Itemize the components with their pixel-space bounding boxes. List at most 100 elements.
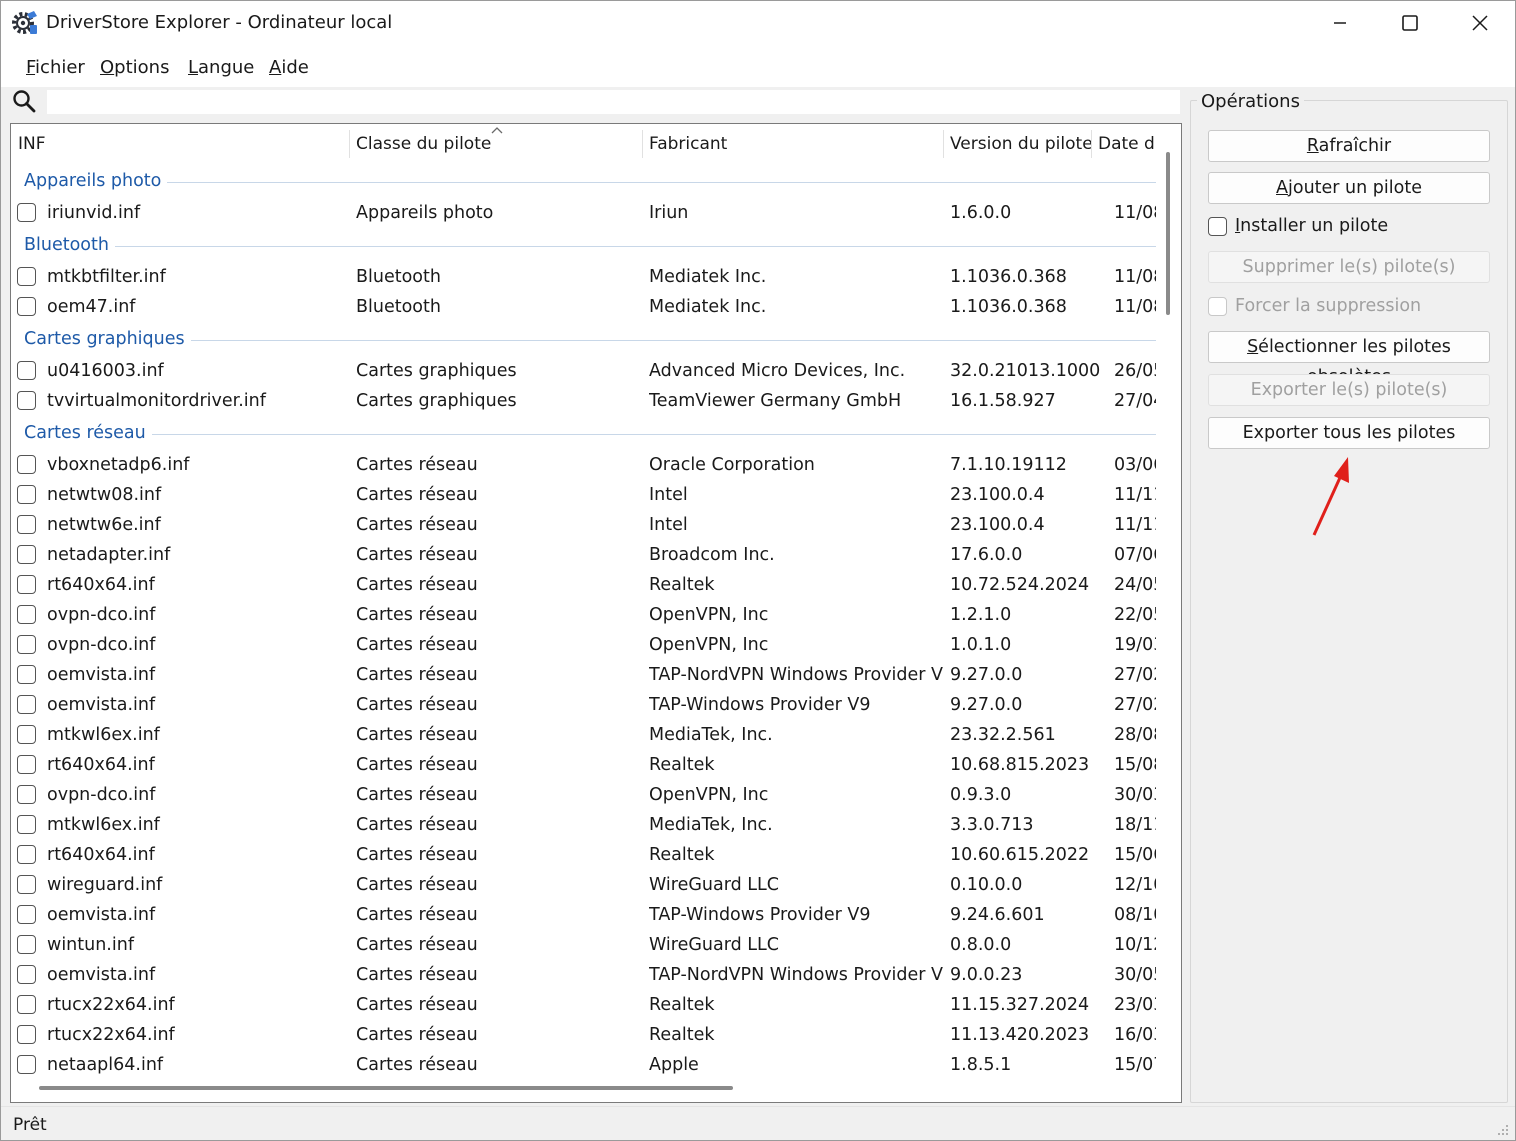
table-row[interactable]: ovpn-dco.inf Cartes réseau OpenVPN, Inc 1.2… [11,600,1156,630]
row-checkbox[interactable] [17,845,36,864]
row-checkbox[interactable] [17,905,36,924]
table-row[interactable]: netadapter.inf Cartes réseau Broadcom Inc.… [11,540,1156,570]
row-checkbox[interactable] [17,995,36,1014]
table-row[interactable]: netaapl64.inf Cartes réseau Apple 1.8.5.1 15… [11,1050,1156,1080]
cell-inf: rt640x64.inf [47,845,155,865]
cell-inf: netwtw6e.inf [47,515,161,535]
row-checkbox[interactable] [17,1055,36,1074]
cell-inf: oemvista.inf [47,665,156,685]
menu-options[interactable]: Options [100,57,169,78]
column-header-inf[interactable]: INF [11,124,349,164]
row-checkbox[interactable] [17,815,36,834]
search-input[interactable] [47,90,1180,114]
row-checkbox[interactable] [17,545,36,564]
table-row[interactable]: oemvista.inf Cartes réseau TAP-NordVPN Win… [11,660,1156,690]
install-driver-label-text: nstaller un pilote [1240,216,1389,236]
cell-manufacturer: Advanced Micro Devices, Inc. [649,361,906,381]
menu-langue[interactable]: Langue [188,57,254,78]
table-row[interactable]: oemvista.inf Cartes réseau TAP-Windows Pro… [11,900,1156,930]
menu-aide[interactable]: Aide [269,57,309,78]
add-driver-button[interactable]: Ajouter un pilote [1208,172,1490,204]
cell-class: Cartes réseau [356,845,478,865]
row-checkbox[interactable] [17,455,36,474]
group-label: Cartes réseau [24,423,152,443]
row-checkbox[interactable] [17,605,36,624]
cell-class: Cartes graphiques [356,361,517,381]
export-all-button[interactable]: Exporter tous les pilotes [1208,417,1490,449]
vertical-scrollbar-thumb[interactable] [1166,152,1170,315]
column-header-manufacturer[interactable]: Fabricant [642,124,943,164]
row-checkbox[interactable] [17,935,36,954]
table-row[interactable]: mtkwl6ex.inf Cartes réseau MediaTek, Inc. 2… [11,720,1156,750]
table-row[interactable]: mtkwl6ex.inf Cartes réseau MediaTek, Inc. 3… [11,810,1156,840]
row-checkbox[interactable] [17,665,36,684]
row-checkbox[interactable] [17,635,36,654]
row-checkbox[interactable] [17,755,36,774]
column-header-version[interactable]: Version du pilote [943,124,1091,164]
row-checkbox[interactable] [17,203,36,222]
cell-date: 27/02 [1114,665,1156,685]
row-checkbox[interactable] [17,515,36,534]
menu-mnemonic: F [26,57,36,78]
row-checkbox[interactable] [17,725,36,744]
cell-version: 1.6.0.0 [950,203,1012,223]
table-row[interactable]: ovpn-dco.inf Cartes réseau OpenVPN, Inc 0.9… [11,780,1156,810]
checkbox[interactable] [1208,217,1227,236]
menu-fichier[interactable]: Fichier [26,57,85,78]
table-row[interactable]: u0416003.inf Cartes graphiques Advanced Mi… [11,356,1156,386]
resize-grip-icon[interactable] [1497,1124,1509,1136]
table-row[interactable]: ovpn-dco.inf Cartes réseau OpenVPN, Inc 1.0… [11,630,1156,660]
delete-drivers-button[interactable]: Supprimer le(s) pilote(s) [1208,251,1490,283]
cell-inf: netaapl64.inf [47,1055,164,1075]
checkbox[interactable] [1208,297,1227,316]
row-checkbox[interactable] [17,785,36,804]
table-row[interactable]: oemvista.inf Cartes réseau TAP-Windows Pro… [11,690,1156,720]
close-button[interactable] [1445,1,1515,45]
table-row[interactable]: rt640x64.inf Cartes réseau Realtek 10.68.81… [11,750,1156,780]
table-row[interactable]: oemvista.inf Cartes réseau TAP-NordVPN Win… [11,960,1156,990]
table-row[interactable]: rt640x64.inf Cartes réseau Realtek 10.60.61… [11,840,1156,870]
row-checkbox[interactable] [17,575,36,594]
table-row[interactable]: netwtw08.inf Cartes réseau Intel 23.100.0.4… [11,480,1156,510]
row-checkbox[interactable] [17,965,36,984]
group-header[interactable]: Bluetooth [11,230,1156,260]
cell-manufacturer: OpenVPN, Inc [649,605,769,625]
table-row[interactable]: rtucx22x64.inf Cartes réseau Realtek 11.13.… [11,1020,1156,1050]
row-checkbox[interactable] [17,297,36,316]
table-row[interactable]: rt640x64.inf Cartes réseau Realtek 10.72.52… [11,570,1156,600]
row-checkbox[interactable] [17,361,36,380]
row-checkbox[interactable] [17,875,36,894]
cell-date: 11/08 [1114,297,1156,317]
row-checkbox[interactable] [17,695,36,714]
table-row[interactable]: mtkbtfilter.inf Bluetooth Mediatek Inc. 1.1… [11,262,1156,292]
table-row[interactable]: wireguard.inf Cartes réseau WireGuard LLC 0… [11,870,1156,900]
row-checkbox[interactable] [17,485,36,504]
maximize-button[interactable] [1375,1,1445,45]
table-row[interactable]: vboxnetadp6.inf Cartes réseau Oracle Corpo… [11,450,1156,480]
force-delete-checkbox[interactable]: Forcer la suppression [1208,295,1490,319]
install-driver-checkbox[interactable]: Installer un pilote [1208,215,1490,239]
horizontal-scrollbar-thumb[interactable] [39,1086,733,1090]
table-row[interactable]: netwtw6e.inf Cartes réseau Intel 23.100.0.4… [11,510,1156,540]
group-header[interactable]: Cartes graphiques [11,324,1156,354]
table-row[interactable]: wintun.inf Cartes réseau WireGuard LLC 0.8.… [11,930,1156,960]
table-row[interactable]: iriunvid.inf Appareils photo Iriun 1.6.0.0 1… [11,198,1156,228]
driver-list[interactable]: INF Classe du pilote Fabricant Version d… [10,123,1182,1103]
row-checkbox[interactable] [17,267,36,286]
cell-inf: rtucx22x64.inf [47,1025,175,1045]
minimize-button[interactable] [1305,1,1375,45]
cell-version: 11.15.327.2024 [950,995,1090,1015]
status-text: Prêt [13,1115,47,1135]
group-header[interactable]: Cartes réseau [11,418,1156,448]
cell-date: 27/04 [1114,391,1156,411]
refresh-button[interactable]: Rafraîchir [1208,130,1490,162]
group-header[interactable]: Appareils photo [11,166,1156,196]
export-drivers-button[interactable]: Exporter le(s) pilote(s) [1208,374,1490,406]
row-checkbox[interactable] [17,391,36,410]
table-row[interactable]: oem47.inf Bluetooth Mediatek Inc. 1.1036.0.… [11,292,1156,322]
column-header-date[interactable]: Date du [1091,124,1156,164]
table-row[interactable]: tvvirtualmonitordriver.inf Cartes graphiq… [11,386,1156,416]
row-checkbox[interactable] [17,1025,36,1044]
select-obsolete-button[interactable]: Sélectionner les pilotes obsolètes [1208,331,1490,387]
table-row[interactable]: rtucx22x64.inf Cartes réseau Realtek 11.15.… [11,990,1156,1020]
